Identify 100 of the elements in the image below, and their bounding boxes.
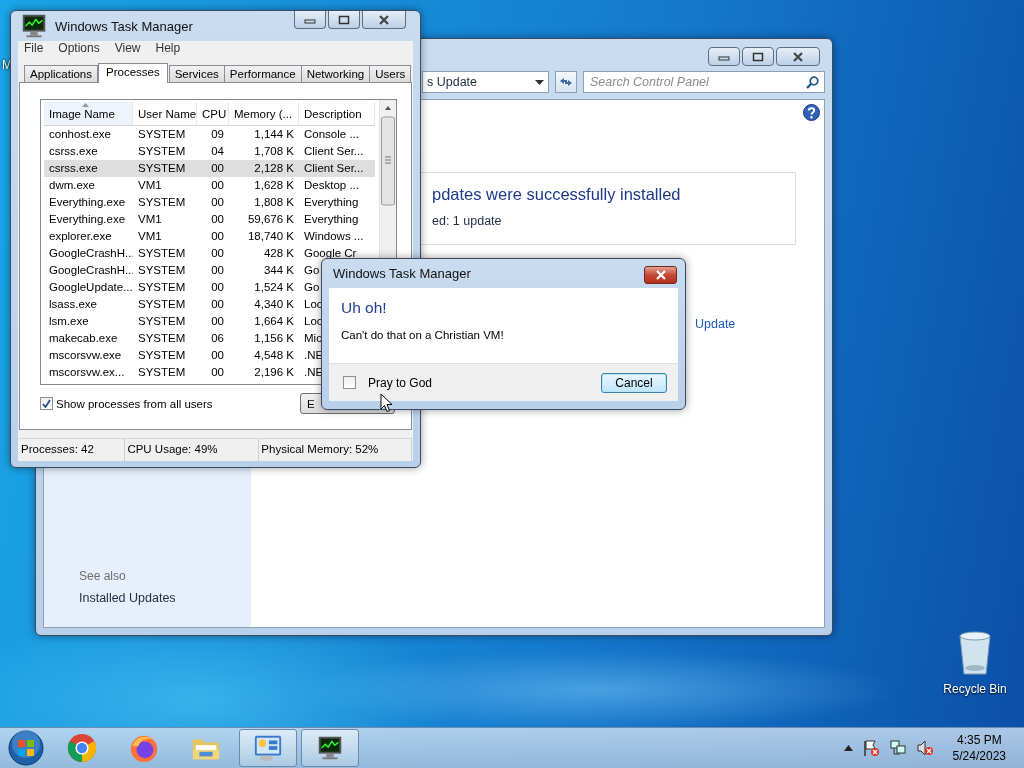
table-cell[interactable]: lsass.exe — [44, 296, 133, 313]
table-cell[interactable]: SYSTEM — [133, 347, 197, 364]
table-cell[interactable]: 00 — [197, 211, 229, 228]
flag-icon[interactable] — [861, 739, 880, 757]
table-cell[interactable]: 00 — [197, 279, 229, 296]
table-cell[interactable]: GoogleUpdate... — [44, 279, 133, 296]
tab[interactable]: Users — [369, 65, 412, 82]
table-cell[interactable]: SYSTEM — [133, 296, 197, 313]
table-cell[interactable]: 1,808 K — [229, 194, 299, 211]
table-cell[interactable]: 00 — [197, 347, 229, 364]
table-cell[interactable]: Google Cr — [299, 245, 375, 262]
table-cell[interactable]: 1,628 K — [229, 177, 299, 194]
table-cell[interactable]: 09 — [197, 126, 229, 143]
table-cell[interactable]: dwm.exe — [44, 177, 133, 194]
table-cell[interactable]: Everything.exe — [44, 194, 133, 211]
table-cell[interactable]: 4,548 K — [229, 347, 299, 364]
table-cell[interactable]: SYSTEM — [133, 330, 197, 347]
table-cell[interactable]: Client Ser... — [299, 160, 375, 177]
table-cell[interactable]: 06 — [197, 330, 229, 347]
menu-item[interactable]: View — [108, 41, 150, 55]
tab[interactable]: Performance — [223, 65, 302, 82]
table-cell[interactable]: VM1 — [133, 177, 197, 194]
table-cell[interactable]: Windows ... — [299, 228, 375, 245]
close-button[interactable] — [362, 11, 406, 29]
menu-item[interactable]: File — [18, 41, 53, 55]
table-cell[interactable]: lsm.exe — [44, 313, 133, 330]
maximize-button[interactable] — [328, 11, 360, 29]
table-cell[interactable]: 1,664 K — [229, 313, 299, 330]
table-cell[interactable]: mscorsvw.exe — [44, 347, 133, 364]
update-link[interactable]: Update — [695, 317, 736, 331]
firefox-icon[interactable] — [129, 733, 159, 763]
table-cell[interactable]: Everything — [299, 194, 375, 211]
checkbox-label[interactable]: Show processes from all users — [56, 397, 213, 410]
table-cell[interactable]: 00 — [197, 364, 229, 381]
table-cell[interactable]: 4,340 K — [229, 296, 299, 313]
table-cell[interactable]: 04 — [197, 143, 229, 160]
address-bar[interactable]: s Update — [422, 71, 549, 93]
table-cell[interactable]: 00 — [197, 245, 229, 262]
table-cell[interactable]: VM1 — [133, 228, 197, 245]
dropdown-icon[interactable] — [535, 79, 544, 85]
recycle-bin-icon[interactable] — [957, 630, 993, 676]
search-field[interactable]: Search Control Panel — [583, 71, 825, 93]
table-cell[interactable]: 00 — [197, 194, 229, 211]
table-cell[interactable]: 00 — [197, 296, 229, 313]
column-header[interactable]: Image Name — [44, 102, 133, 126]
maximize-button[interactable] — [742, 47, 774, 66]
column-header[interactable]: CPU — [197, 102, 229, 126]
table-cell[interactable]: mscorsvw.ex... — [44, 364, 133, 381]
table-cell[interactable]: makecab.exe — [44, 330, 133, 347]
table-cell[interactable]: 00 — [197, 160, 229, 177]
table-cell[interactable]: Desktop ... — [299, 177, 375, 194]
table-cell[interactable]: 18,740 K — [229, 228, 299, 245]
close-button[interactable] — [644, 266, 677, 284]
table-cell[interactable]: 00 — [197, 262, 229, 279]
chrome-icon[interactable] — [67, 733, 97, 763]
table-cell[interactable]: csrss.exe — [44, 160, 133, 177]
close-button[interactable] — [776, 47, 820, 66]
cancel-button[interactable]: Cancel — [601, 372, 667, 393]
checkbox[interactable] — [40, 397, 53, 410]
help-icon[interactable] — [803, 104, 820, 121]
table-cell[interactable]: SYSTEM — [133, 160, 197, 177]
minimize-button[interactable] — [294, 11, 326, 29]
refresh-button[interactable] — [555, 71, 577, 93]
menu-item[interactable]: Help — [149, 41, 190, 55]
network-icon[interactable] — [888, 739, 907, 757]
table-cell[interactable]: conhost.exe — [44, 126, 133, 143]
table-cell[interactable]: GoogleCrashH... — [44, 262, 133, 279]
table-cell[interactable]: SYSTEM — [133, 313, 197, 330]
table-cell[interactable]: Everything — [299, 211, 375, 228]
table-cell[interactable]: 2,196 K — [229, 364, 299, 381]
checkbox[interactable] — [343, 376, 356, 389]
speaker-icon[interactable] — [915, 739, 934, 757]
table-cell[interactable]: SYSTEM — [133, 194, 197, 211]
tab[interactable]: Applications — [24, 65, 98, 82]
table-cell[interactable]: SYSTEM — [133, 364, 197, 381]
start-button[interactable] — [7, 729, 45, 767]
column-header[interactable]: Description — [299, 102, 375, 126]
table-cell[interactable]: GoogleCrashH... — [44, 245, 133, 262]
tab[interactable]: Networking — [300, 65, 371, 82]
taskbar-button[interactable] — [301, 729, 359, 767]
table-cell[interactable]: SYSTEM — [133, 143, 197, 160]
installed-updates-link[interactable]: Installed Updates — [79, 591, 251, 605]
control-panel-icon[interactable] — [253, 733, 283, 763]
table-cell[interactable]: VM1 — [133, 211, 197, 228]
table-cell[interactable]: Client Ser... — [299, 143, 375, 160]
table-cell[interactable]: 00 — [197, 313, 229, 330]
clock[interactable]: 4:35 PM 5/24/2023 — [952, 733, 1006, 763]
table-cell[interactable]: Console ... — [299, 126, 375, 143]
table-cell[interactable]: 59,676 K — [229, 211, 299, 228]
show-hidden-icons-icon[interactable] — [843, 745, 853, 751]
table-cell[interactable]: csrss.exe — [44, 143, 133, 160]
table-cell[interactable]: 2,128 K — [229, 160, 299, 177]
table-cell[interactable]: SYSTEM — [133, 126, 197, 143]
checkbox-label[interactable]: Pray to God — [368, 375, 433, 390]
column-header[interactable]: Memory (... — [229, 102, 299, 126]
table-cell[interactable]: SYSTEM — [133, 262, 197, 279]
table-cell[interactable]: SYSTEM — [133, 245, 197, 262]
tab[interactable]: Processes — [98, 63, 168, 83]
minimize-button[interactable] — [708, 47, 740, 66]
table-cell[interactable]: 00 — [197, 228, 229, 245]
